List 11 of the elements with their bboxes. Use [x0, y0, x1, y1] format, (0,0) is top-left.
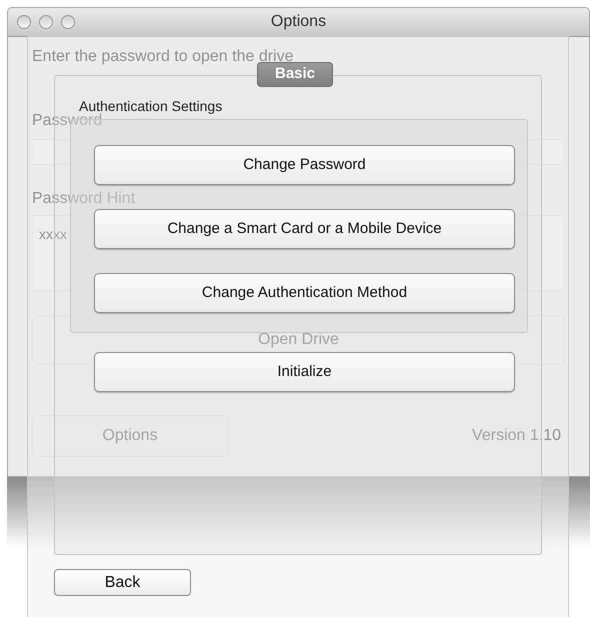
push-button[interactable]: Change Password — [94, 145, 515, 185]
push-button[interactable]: Initialize — [94, 352, 515, 392]
group-label: Authentication Settings — [79, 97, 224, 114]
push-button[interactable]: Change Authentication Method — [94, 273, 515, 313]
window-control-icon[interactable] — [17, 15, 31, 29]
version-text: Version 1.10 — [472, 426, 561, 446]
push-button[interactable]: Change a Smart Card or a Mobile Device — [94, 209, 515, 249]
back-button[interactable]: Back — [54, 569, 191, 596]
window-title: Options — [270, 12, 326, 32]
window-control-icon[interactable] — [39, 15, 53, 29]
window-control-icon[interactable] — [61, 15, 75, 29]
